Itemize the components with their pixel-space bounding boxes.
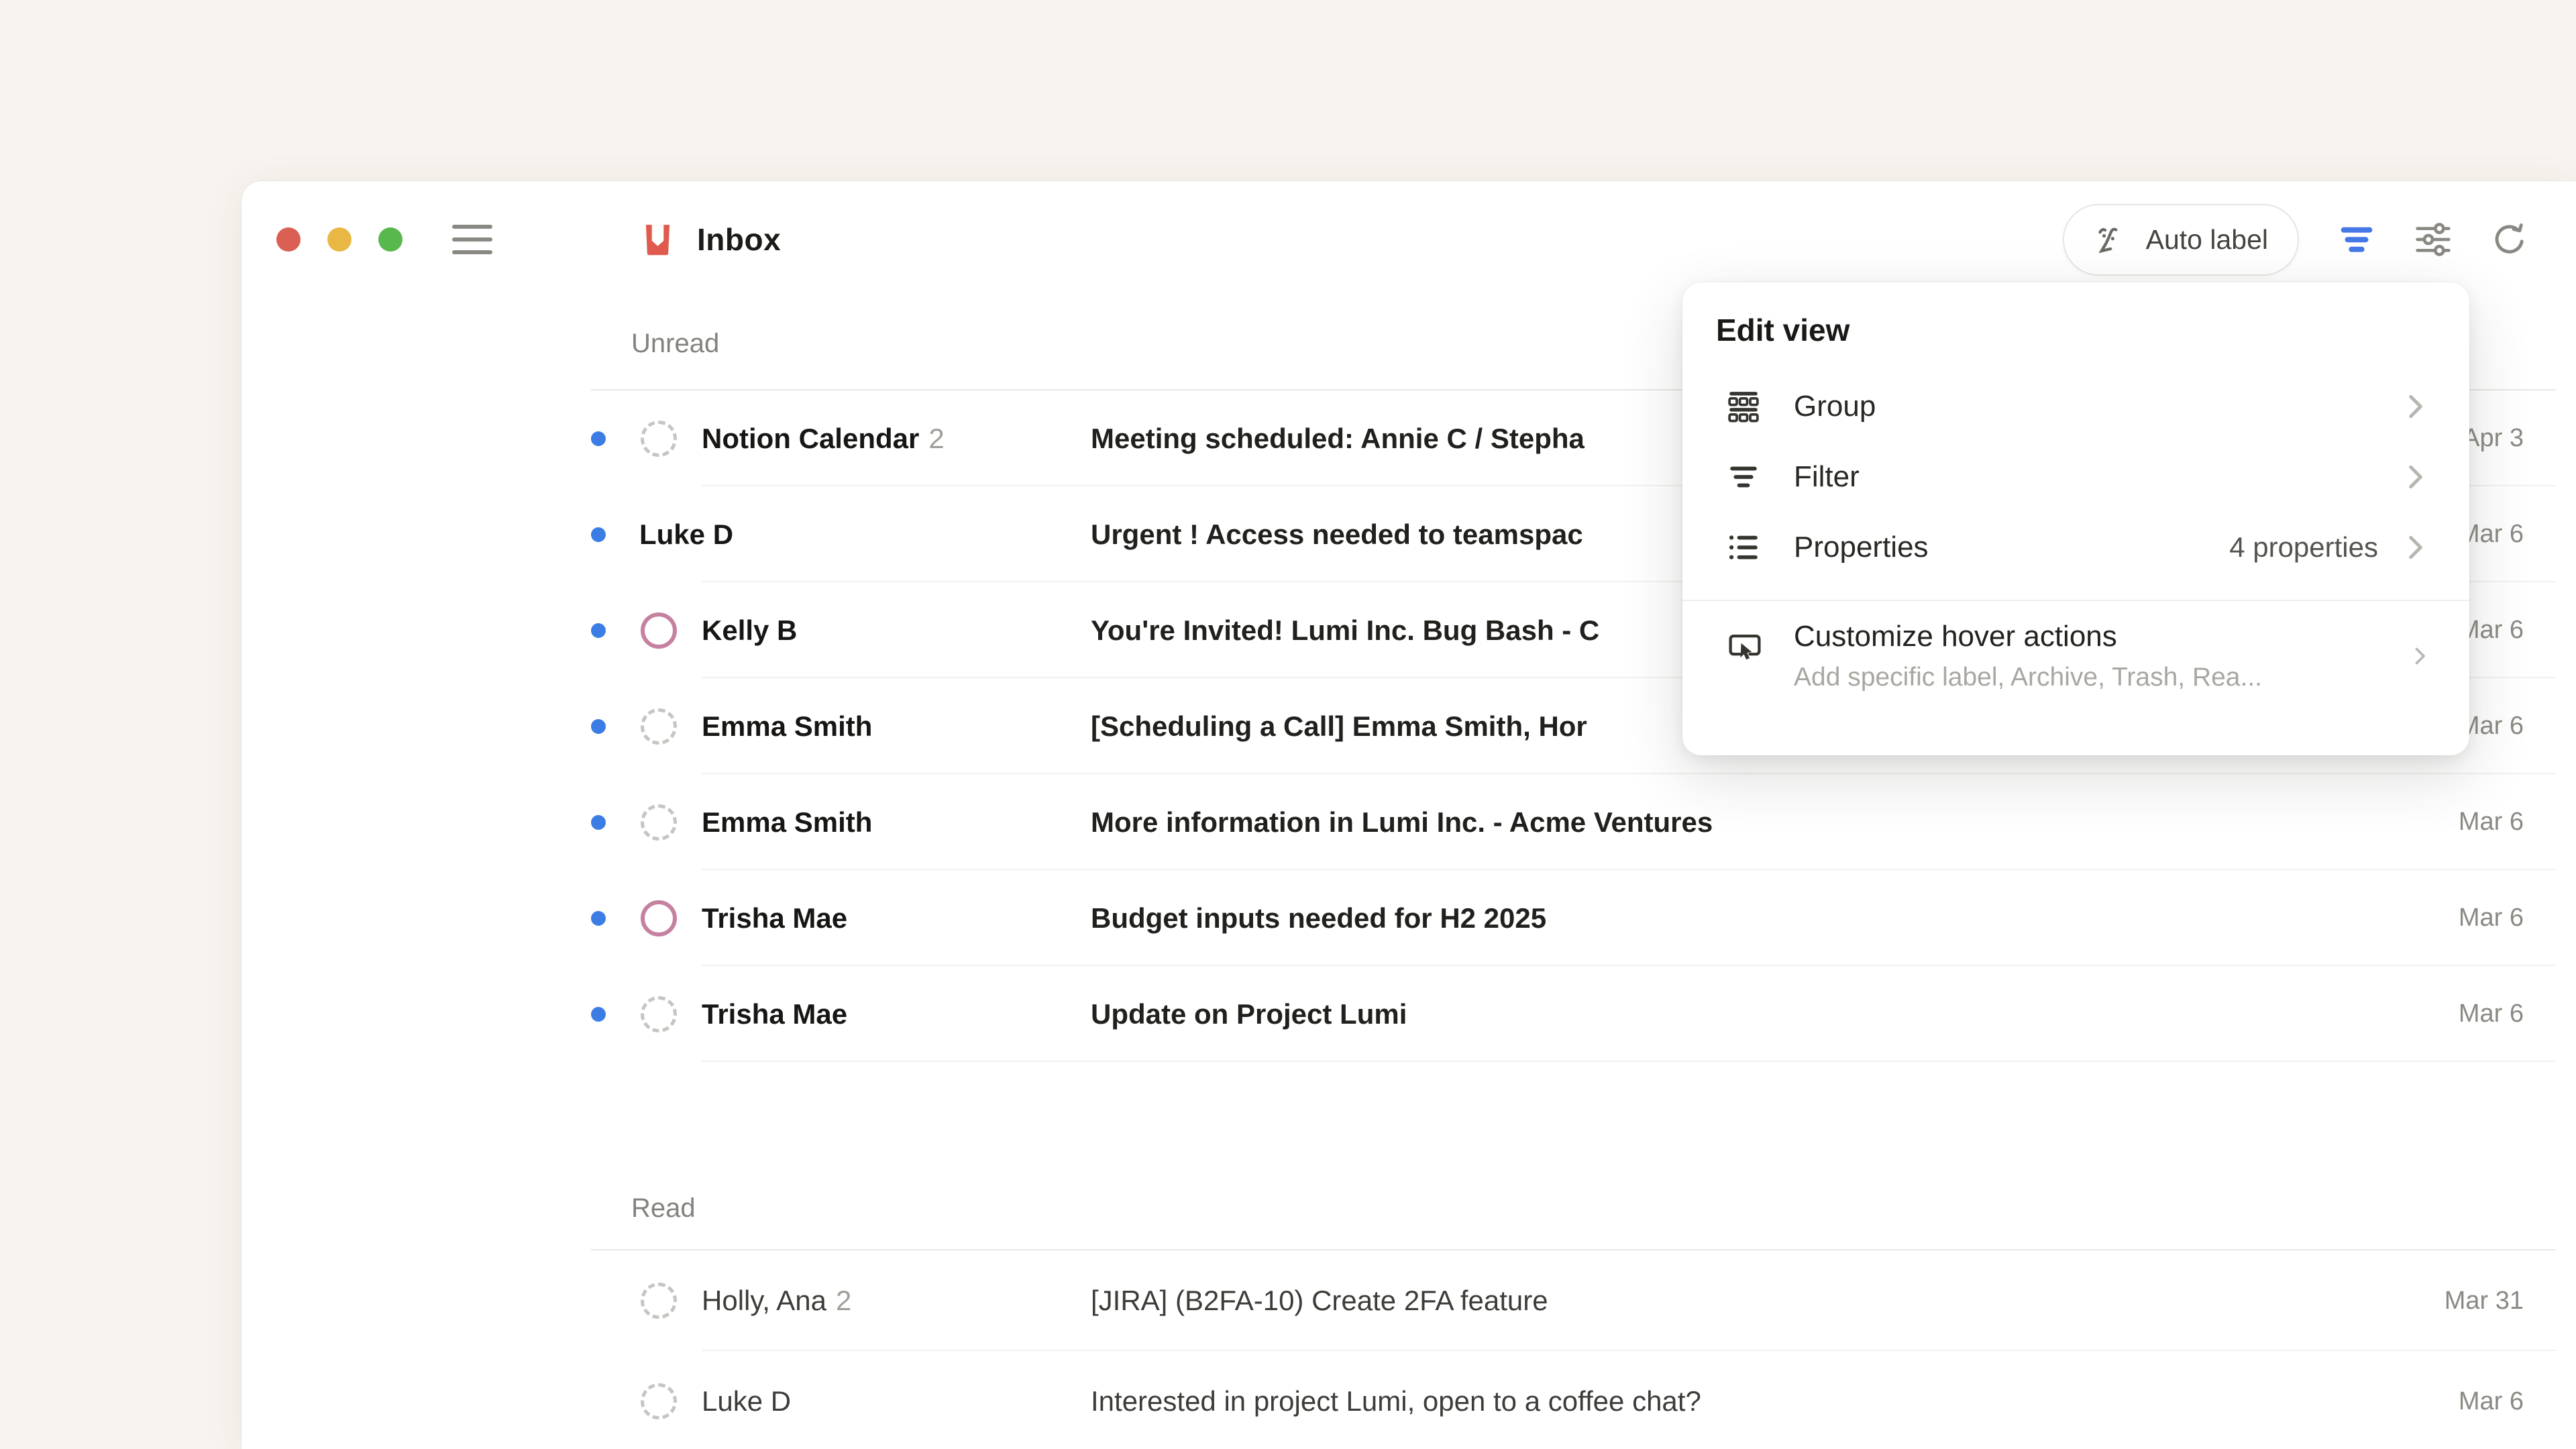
unread-dot <box>591 431 606 446</box>
unread-dot <box>591 911 606 926</box>
unread-dot <box>591 623 606 638</box>
chevron-right-icon <box>2398 531 2432 564</box>
menu-item-label: Properties <box>1794 531 1929 564</box>
toolbar: Auto label <box>2063 204 2528 276</box>
unread-dot <box>591 719 606 734</box>
section-header-read: Read <box>241 1062 2576 1249</box>
message-row[interactable]: Holly, Ana 2 [JIRA] (B2FA-10) Create 2FA … <box>241 1250 2576 1351</box>
chevron-right-icon <box>2398 390 2432 423</box>
properties-count: 4 properties <box>2229 531 2378 564</box>
refresh-icon[interactable] <box>2491 221 2528 258</box>
unread-dot <box>591 815 606 830</box>
filter-active-icon[interactable] <box>2338 221 2375 258</box>
avatar <box>641 708 677 745</box>
message-date: Mar 6 <box>2459 808 2524 837</box>
titlebar: Inbox Auto label <box>241 181 2576 298</box>
chevron-right-icon <box>2398 460 2432 494</box>
auto-label-button[interactable]: Auto label <box>2063 204 2299 276</box>
avatar <box>641 900 677 936</box>
filter-icon <box>1727 460 1760 494</box>
view-settings-sliders-icon[interactable] <box>2414 221 2452 258</box>
avatar <box>641 804 677 841</box>
page-title: Inbox <box>697 221 781 258</box>
menu-item-label: Filter <box>1794 460 1860 494</box>
message-subject: Update on Project Lumi <box>1091 998 2438 1030</box>
edit-view-panel: Edit view Group <box>1682 282 2469 755</box>
message-row[interactable]: Luke D Interested in project Lumi, open … <box>241 1351 2576 1449</box>
mail-window: Inbox Auto label <box>241 181 2576 1449</box>
unread-dot <box>591 527 606 542</box>
inbox-icon <box>639 221 677 259</box>
message-subject: Budget inputs needed for H2 2025 <box>1091 902 2438 934</box>
message-row[interactable]: Trisha Mae Update on Project Lumi Mar 6 <box>241 966 2576 1062</box>
menu-item-properties[interactable]: Properties 4 properties <box>1682 512 2469 582</box>
message-date: Mar 6 <box>2459 1000 2524 1028</box>
minimize-window-button[interactable] <box>327 227 352 252</box>
sender-name: Emma Smith <box>702 710 872 742</box>
sender-name: Holly, Ana <box>702 1285 826 1316</box>
avatar <box>641 996 677 1032</box>
menu-item-group[interactable]: Group <box>1682 371 2469 441</box>
message-date: Mar 6 <box>2459 1387 2524 1416</box>
message-subject: More information in Lumi Inc. - Acme Ven… <box>1091 806 2438 839</box>
sender-name: Luke D <box>639 519 733 550</box>
message-subject: Interested in project Lumi, open to a co… <box>1091 1385 2438 1417</box>
thread-count: 2 <box>836 1285 851 1316</box>
inbox-title-group: Inbox <box>639 221 781 259</box>
desktop-background: Inbox Auto label <box>0 0 2576 1449</box>
message-subject: [JIRA] (B2FA-10) Create 2FA feature <box>1091 1285 2424 1317</box>
sender-name: Emma Smith <box>702 806 872 838</box>
auto-label-wand-icon <box>2094 221 2130 258</box>
avatar <box>641 1383 677 1419</box>
sender-name: Notion Calendar <box>702 423 919 454</box>
sender-name: Trisha Mae <box>702 998 847 1030</box>
auto-label-button-label: Auto label <box>2146 224 2268 256</box>
menu-item-label: Customize hover actions <box>1794 620 2408 653</box>
hover-cursor-icon <box>1727 629 1763 665</box>
message-date: Mar 6 <box>2459 904 2524 932</box>
message-row[interactable]: Emma Smith More information in Lumi Inc.… <box>241 774 2576 870</box>
message-date: Mar 31 <box>2445 1287 2524 1316</box>
traffic-lights <box>276 227 402 252</box>
menu-item-customize-hover-actions[interactable]: Customize hover actions Add specific lab… <box>1682 601 2469 692</box>
menu-icon[interactable] <box>452 225 492 254</box>
sender-name: Luke D <box>702 1385 791 1417</box>
avatar <box>641 1283 677 1319</box>
properties-list-icon <box>1727 531 1760 564</box>
menu-item-filter[interactable]: Filter <box>1682 441 2469 512</box>
unread-dot <box>591 1007 606 1022</box>
menu-item-description: Add specific label, Archive, Trash, Rea.… <box>1794 663 2408 692</box>
thread-count: 2 <box>928 423 944 454</box>
menu-item-label: Group <box>1794 390 1876 423</box>
chevron-right-icon <box>2408 644 2432 668</box>
zoom-window-button[interactable] <box>378 227 402 252</box>
close-window-button[interactable] <box>276 227 301 252</box>
message-row[interactable]: Trisha Mae Budget inputs needed for H2 2… <box>241 870 2576 966</box>
message-date: Apr 3 <box>2463 424 2524 453</box>
sender-name: Trisha Mae <box>702 902 847 934</box>
avatar <box>641 612 677 649</box>
group-icon <box>1727 390 1760 423</box>
sender-name: Kelly B <box>702 614 797 646</box>
edit-view-title: Edit view <box>1682 282 2469 348</box>
avatar <box>641 421 677 457</box>
